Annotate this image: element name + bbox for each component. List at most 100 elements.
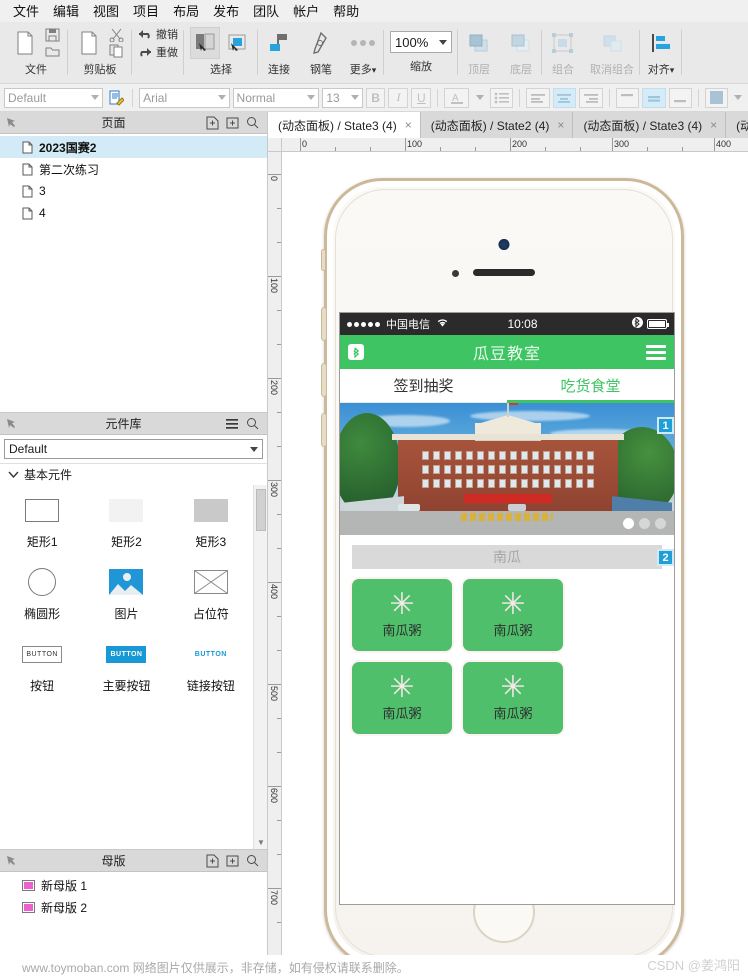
horizontal-ruler[interactable]: 0 100 200 300 400 <box>282 138 748 152</box>
group-button[interactable] <box>548 27 578 59</box>
ungroup-button[interactable] <box>597 27 627 59</box>
fill-color-swatch[interactable] <box>704 87 729 108</box>
widget-section-basic[interactable]: 基本元件 <box>0 463 267 485</box>
app-tab-canteen[interactable]: 吃货食堂 <box>507 369 674 403</box>
font-weight-select[interactable]: Normal <box>232 87 320 108</box>
style-editor-icon[interactable] <box>106 88 126 108</box>
new-file-button[interactable] <box>10 27 40 59</box>
widget-ellipse[interactable]: 椭圆形 <box>0 563 84 635</box>
tab-overflow[interactable]: (动态 <box>726 112 748 138</box>
master-item-1[interactable]: 新母版 2 <box>0 896 267 918</box>
footnote-badge-1[interactable]: 1 <box>657 417 674 434</box>
menu-item-publish[interactable]: 发布 <box>206 0 246 22</box>
chevron-down-icon[interactable] <box>731 88 744 108</box>
phone-mockup[interactable]: 中国电信 10:08 瓜豆教室 签到抽奖 吃货食堂 南瓜 ✳ 南瓜粥 ✳ 南瓜粥… <box>321 178 684 968</box>
close-icon[interactable]: × <box>405 118 412 132</box>
carousel-dot-1[interactable] <box>623 518 634 529</box>
collapse-arrow-icon[interactable] <box>0 855 22 866</box>
search-icon[interactable] <box>245 854 259 868</box>
cut-icon[interactable] <box>106 27 126 43</box>
add-master-icon[interactable] <box>205 854 219 868</box>
italic-button[interactable]: I <box>388 87 409 108</box>
master-item-0[interactable]: 新母版 1 <box>0 874 267 896</box>
add-page-icon[interactable] <box>205 116 219 130</box>
dish-card[interactable]: ✳ 南瓜粥 <box>463 579 563 651</box>
chevron-down-icon[interactable] <box>472 88 486 108</box>
collapse-arrow-icon[interactable] <box>0 117 22 128</box>
chevron-down-icon[interactable] <box>91 95 100 100</box>
chevron-down-icon[interactable] <box>307 95 316 100</box>
valign-bottom-icon[interactable] <box>668 87 693 108</box>
menu-icon[interactable] <box>225 417 239 431</box>
tab-state2[interactable]: (动态面板) / State2 (4) × <box>420 112 574 138</box>
vertical-ruler[interactable]: 0 100 200 300 400 500 600 700 <box>268 152 282 973</box>
widget-library-select[interactable]: Default <box>4 439 263 459</box>
align-button[interactable] <box>646 27 676 59</box>
align-left-icon[interactable] <box>526 87 550 108</box>
connector-button[interactable] <box>264 27 294 59</box>
widget-button[interactable]: BUTTON 按钮 <box>0 635 84 707</box>
scroll-down-arrow-icon[interactable]: ▼ <box>257 838 265 847</box>
chevron-down-icon[interactable] <box>350 95 359 100</box>
carousel-dot-3[interactable] <box>655 518 666 529</box>
save-button[interactable] <box>42 27 62 43</box>
chevron-down-icon[interactable] <box>439 39 447 45</box>
dish-card[interactable]: ✳ 南瓜粥 <box>463 662 563 734</box>
widget-rectangle3[interactable]: 矩形3 <box>169 491 253 563</box>
align-center-icon[interactable] <box>552 87 577 108</box>
carousel-dot-2[interactable] <box>639 518 650 529</box>
align-right-icon[interactable] <box>579 87 603 108</box>
collapse-arrow-icon[interactable] <box>0 418 22 429</box>
select-mode-button[interactable] <box>190 27 220 59</box>
widget-link-button[interactable]: BUTTON 链接按钮 <box>169 635 253 707</box>
add-folder-icon[interactable] <box>225 854 239 868</box>
page-item-2[interactable]: 3 <box>0 180 267 202</box>
menu-item-view[interactable]: 视图 <box>86 0 126 22</box>
open-folder-button[interactable] <box>42 43 62 59</box>
widget-primary-button[interactable]: BUTTON 主要按钮 <box>84 635 168 707</box>
menu-item-team[interactable]: 团队 <box>246 0 286 22</box>
widget-rectangle2[interactable]: 矩形2 <box>84 491 168 563</box>
search-bar[interactable]: 南瓜 <box>352 545 662 569</box>
font-color-icon[interactable]: A <box>444 87 470 108</box>
more-dots-icon[interactable] <box>348 27 378 59</box>
image-carousel[interactable] <box>340 403 674 535</box>
dish-card[interactable]: ✳ 南瓜粥 <box>352 579 452 651</box>
chevron-down-icon[interactable] <box>217 95 226 100</box>
font-size-select[interactable]: 13 <box>322 87 363 108</box>
menu-item-account[interactable]: 帐户 <box>286 0 326 22</box>
phone-screen[interactable]: 中国电信 10:08 瓜豆教室 签到抽奖 吃货食堂 南瓜 ✳ 南瓜粥 ✳ 南瓜粥… <box>339 312 675 905</box>
chevron-down-icon[interactable] <box>250 446 258 452</box>
menu-item-file[interactable]: 文件 <box>6 0 46 22</box>
valign-top-icon[interactable] <box>615 87 640 108</box>
valign-middle-icon[interactable] <box>642 87 666 108</box>
search-icon[interactable] <box>245 116 259 130</box>
font-family-select[interactable]: Arial <box>139 87 230 108</box>
close-icon[interactable]: × <box>557 118 564 132</box>
hamburger-menu-icon[interactable] <box>646 344 666 360</box>
scrollbar-thumb[interactable] <box>256 489 266 531</box>
close-icon[interactable]: × <box>710 118 717 132</box>
tab-state3-a[interactable]: (动态面板) / State3 (4) × <box>268 112 421 138</box>
bold-button[interactable]: B <box>365 87 386 108</box>
widget-library-scrollbar[interactable]: ▼ <box>253 485 267 849</box>
menu-item-help[interactable]: 帮助 <box>326 0 366 22</box>
page-item-0[interactable]: 2023国赛2 <box>0 136 267 158</box>
connect-mode-button[interactable] <box>222 27 252 59</box>
bring-to-front-button[interactable] <box>464 27 494 59</box>
underline-button[interactable]: U <box>411 87 432 108</box>
pen-button[interactable] <box>306 27 336 59</box>
bullet-list-icon[interactable] <box>489 87 514 108</box>
cut-paste-doc-button[interactable] <box>74 27 104 59</box>
search-icon[interactable] <box>245 417 259 431</box>
footnote-badge-2[interactable]: 2 <box>657 549 674 566</box>
copy-icon[interactable] <box>106 43 126 59</box>
widget-image[interactable]: 图片 <box>84 563 168 635</box>
tab-state3-b[interactable]: (动态面板) / State3 (4) × <box>573 112 727 138</box>
style-preset-select[interactable]: Default <box>4 87 104 108</box>
menu-item-project[interactable]: 项目 <box>126 0 166 22</box>
dish-card[interactable]: ✳ 南瓜粥 <box>352 662 452 734</box>
page-item-1[interactable]: 第二次练习 <box>0 158 267 180</box>
undo-button[interactable]: 撤销 <box>138 26 178 42</box>
bluetooth-icon[interactable] <box>348 344 364 360</box>
